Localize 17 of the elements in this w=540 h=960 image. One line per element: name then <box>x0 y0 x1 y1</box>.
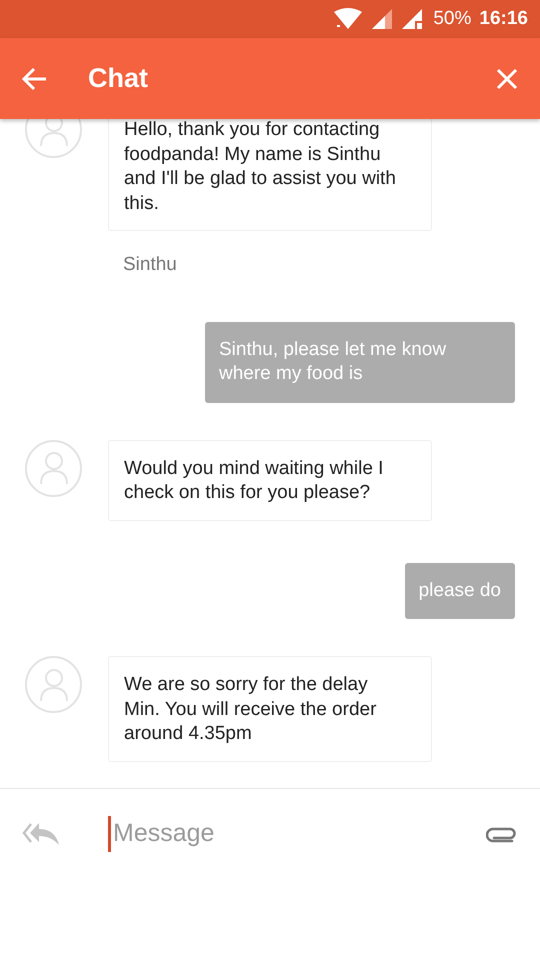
battery-level: 50% <box>433 6 472 31</box>
reply-all-icon[interactable] <box>22 820 60 846</box>
message-bubble: Would you mind waiting while I check on this for you please? <box>108 440 432 520</box>
clock: 16:16 <box>479 6 528 31</box>
message-bubble: please do <box>404 562 515 619</box>
sender-name: Sinthu <box>123 253 178 277</box>
back-icon[interactable] <box>22 66 48 90</box>
screen-title: Chat <box>88 62 148 96</box>
avatar-icon <box>25 656 82 713</box>
wifi-icon <box>333 8 364 30</box>
signal-icon <box>371 8 394 30</box>
message-bubble: We are so sorry for the delay Min. You will receive the order around 4.35pm <box>108 656 432 762</box>
message-bubble: Sinthu, please let me know where my food is <box>205 322 515 402</box>
message-input[interactable]: Message <box>111 814 471 852</box>
message-bubble: Hello, thank you for contacting foodpanda! My name is Sinthu and I'll be glad to assist you with this. <box>108 119 432 231</box>
close-icon[interactable] <box>496 68 518 90</box>
avatar-icon <box>25 440 82 496</box>
